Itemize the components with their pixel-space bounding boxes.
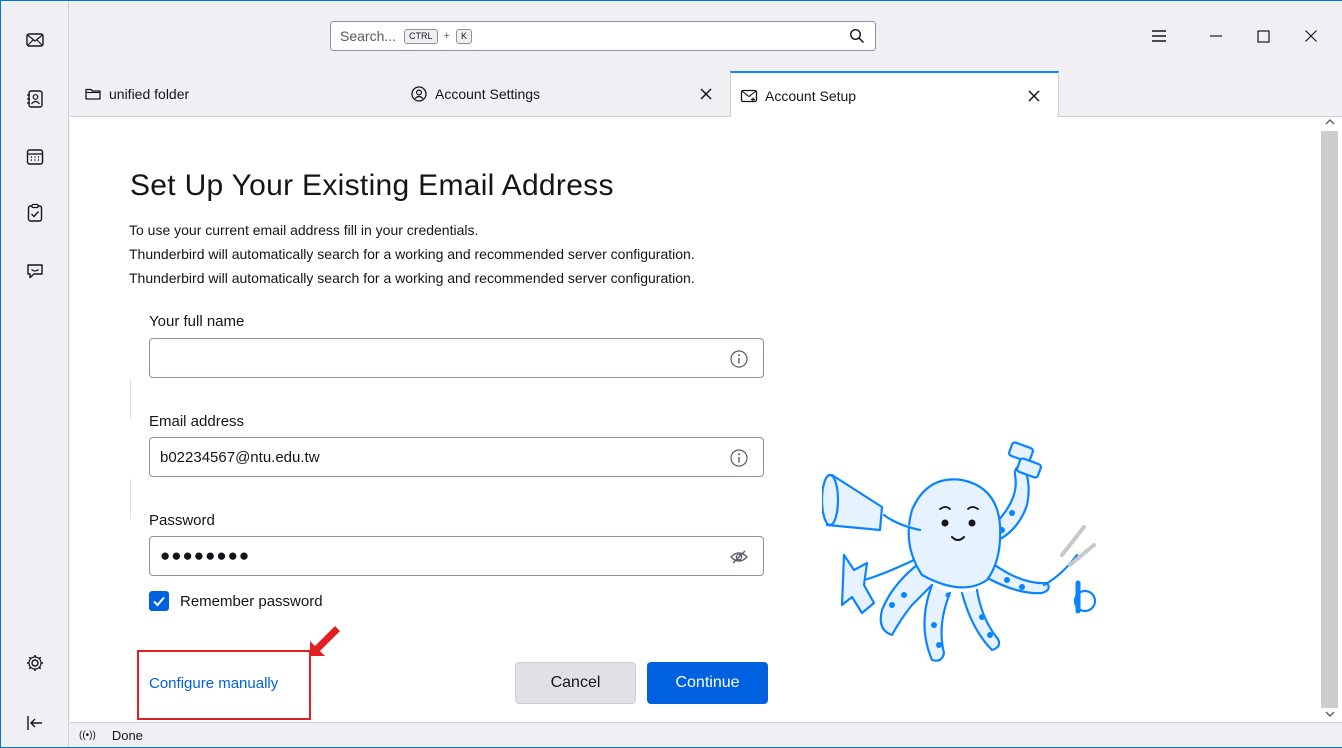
calendar-icon [26, 149, 44, 165]
address-book-icon [27, 90, 43, 108]
password-input[interactable]: ●●●●●●●● [149, 536, 764, 576]
page-title: Set Up Your Existing Email Address [130, 169, 614, 202]
collapse-toolbar-button[interactable] [21, 709, 49, 737]
close-tab-icon[interactable] [1024, 86, 1044, 106]
mail-space-button[interactable] [21, 26, 49, 54]
calendar-space-button[interactable] [21, 143, 49, 171]
folder-icon [84, 85, 102, 103]
status-bar: ((•)) Done [70, 722, 1342, 747]
close-window-button[interactable] [1298, 23, 1324, 49]
scroll-thumb[interactable] [1321, 131, 1338, 708]
hide-password-icon[interactable] [729, 547, 749, 567]
tab-label: unified folder [109, 86, 190, 102]
minimize-button[interactable] [1203, 23, 1229, 49]
chat-icon [27, 264, 43, 279]
global-search-box[interactable]: Search... CTRL + K [330, 21, 876, 51]
close-tab-icon[interactable] [696, 84, 716, 104]
shortcut-plus: + [443, 30, 450, 42]
title-bar: Search... CTRL + K [70, 1, 1342, 71]
gear-icon [27, 655, 43, 671]
continue-button[interactable]: Continue [647, 662, 768, 704]
shortcut-key-k: K [455, 28, 472, 44]
checkmark-icon [153, 596, 165, 607]
field-guide-line [130, 379, 131, 419]
settings-space-button[interactable] [21, 649, 49, 677]
email-label: Email address [149, 413, 245, 430]
vertical-scrollbar[interactable] [1317, 117, 1342, 722]
tab-account-settings[interactable]: Account Settings [410, 71, 730, 117]
password-value: ●●●●●●●● [160, 546, 251, 565]
account-settings-icon [410, 85, 428, 103]
collapse-left-icon [27, 716, 42, 730]
search-placeholder: Search... [340, 28, 397, 44]
chat-space-button[interactable] [21, 257, 49, 285]
mail-icon [26, 33, 44, 47]
tab-unified-folder[interactable]: unified folder [84, 71, 384, 117]
online-status-icon[interactable]: ((•)) [79, 730, 96, 741]
close-icon [1305, 30, 1317, 42]
description-line: Thunderbird will automatically search fo… [129, 246, 695, 262]
cancel-button[interactable]: Cancel [515, 662, 636, 704]
minimize-icon [1210, 35, 1222, 37]
tab-label: Account Setup [765, 87, 857, 104]
remember-password-checkbox[interactable] [149, 591, 169, 611]
tab-bar: unified folder Account Settings Account … [70, 71, 1342, 118]
address-book-space-button[interactable] [21, 85, 49, 113]
scroll-down-icon[interactable] [1323, 709, 1337, 721]
maximize-icon [1256, 29, 1270, 43]
account-setup-page: Set Up Your Existing Email Address To us… [70, 117, 1317, 722]
scroll-up-icon[interactable] [1323, 117, 1337, 129]
app-menu-button[interactable] [1146, 23, 1172, 49]
remember-password-label[interactable]: Remember password [180, 593, 323, 610]
octopus-mascot-illustration [822, 441, 1097, 662]
info-icon[interactable] [729, 349, 749, 369]
tasks-space-button[interactable] [21, 199, 49, 227]
status-text: Done [111, 727, 143, 743]
app-window: Search... CTRL + K unified folder Accoun… [0, 0, 1342, 748]
info-icon[interactable] [729, 448, 749, 468]
full-name-input[interactable] [149, 338, 764, 378]
hamburger-icon [1152, 30, 1166, 42]
spaces-toolbar [1, 1, 69, 747]
tab-label: Account Settings [435, 86, 541, 102]
search-icon [849, 28, 865, 44]
email-input[interactable]: b02234567@ntu.edu.tw [149, 437, 764, 477]
full-name-label: Your full name [149, 313, 245, 330]
description-line: Thunderbird will automatically search fo… [129, 270, 695, 286]
shortcut-key-ctrl: CTRL [404, 28, 438, 44]
tasks-icon [27, 203, 43, 222]
tab-account-setup[interactable]: Account Setup [730, 71, 1059, 118]
email-value: b02234567@ntu.edu.tw [160, 448, 320, 466]
pointer-arrow-icon [310, 626, 340, 656]
account-setup-icon [740, 87, 758, 105]
password-label: Password [149, 512, 215, 529]
configure-manually-link[interactable]: Configure manually [149, 675, 278, 692]
field-guide-line [130, 479, 131, 519]
maximize-button[interactable] [1250, 23, 1276, 49]
description-line: To use your current email address fill i… [129, 222, 479, 238]
